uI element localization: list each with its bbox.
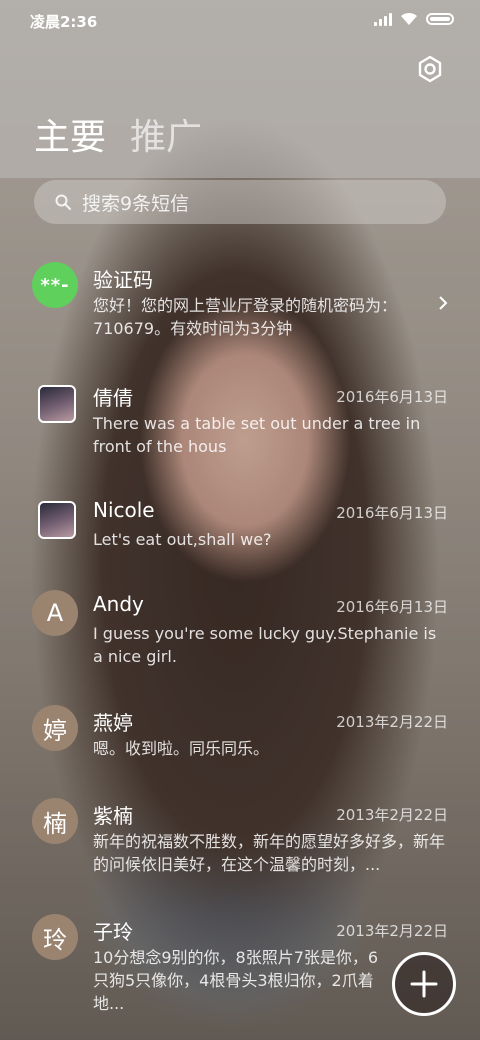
conversation-name: 子玲 — [93, 920, 133, 944]
search-placeholder: 搜索9条短信 — [82, 192, 190, 215]
plus-icon — [410, 970, 438, 998]
conversation-item[interactable]: 婷 燕婷 2013年2月22日 嗯。收到啦。同乐同乐。 — [0, 705, 480, 775]
conversation-preview: 您好！您的网上营业厅登录的随机密码为：710679。有效时间为3分钟 — [93, 296, 398, 338]
conversation-preview: I guess you're some lucky guy.Stephanie … — [93, 624, 437, 666]
tab-promotions[interactable]: 推广 — [130, 108, 202, 160]
conversation-preview: 新年的祝福数不胜数，新年的愿望好多好多，新年的问候依旧美好，在这个温馨的时刻，.… — [93, 832, 446, 874]
conversation-date: 2013年2月22日 — [336, 713, 448, 731]
avatar — [38, 385, 76, 423]
conversation-name: 验证码 — [93, 268, 153, 292]
conversation-preview: 10分想念9别的你，8张照片7张是你，6只狗5只像你，4根骨头3根归你，2爪着地… — [93, 948, 379, 1013]
avatar: 婷 — [32, 705, 78, 751]
tab-primary[interactable]: 主要 — [34, 108, 106, 160]
search-icon — [55, 194, 71, 210]
conversation-date: 2013年2月22日 — [336, 922, 448, 940]
avatar: 玲 — [32, 914, 78, 960]
conversation-name: Nicole — [93, 498, 155, 522]
conversation-preview: 嗯。收到啦。同乐同乐。 — [93, 739, 270, 758]
status-icons — [374, 12, 454, 26]
conversation-date: 2013年2月22日 — [336, 806, 448, 824]
chevron-right-icon[interactable] — [436, 296, 450, 310]
status-time: 凌晨2:36 — [30, 13, 98, 31]
conversation-preview: Let's eat out,shall we? — [93, 530, 272, 549]
conversation-name: 倩倩 — [93, 386, 133, 410]
avatar: A — [32, 590, 78, 636]
wifi-icon — [401, 12, 417, 25]
conversation-item[interactable]: **- 验证码 您好！您的网上营业厅登录的随机密码为：710679。有效时间为3… — [0, 262, 480, 358]
conversation-item[interactable]: 倩倩 2016年6月13日 There was a table set out … — [0, 380, 480, 476]
conversation-date: 2016年6月13日 — [336, 388, 448, 406]
conversation-item[interactable]: Nicole 2016年6月13日 Let's eat out,shall we… — [0, 496, 480, 566]
conversation-preview: There was a table set out under a tree i… — [93, 414, 421, 456]
avatar: 楠 — [32, 798, 78, 844]
conversation-date: 2016年6月13日 — [336, 598, 448, 616]
tab-bar: 主要 推广 — [34, 108, 202, 160]
conversation-name: 紫楠 — [93, 804, 133, 828]
gear-icon[interactable] — [416, 55, 444, 83]
conversation-item[interactable]: 楠 紫楠 2013年2月22日 新年的祝福数不胜数，新年的愿望好多好多，新年的问… — [0, 798, 480, 894]
conversation-item[interactable]: A Andy 2016年6月13日 I guess you're some lu… — [0, 590, 480, 686]
conversation-name: 燕婷 — [93, 711, 133, 735]
new-message-button[interactable] — [392, 952, 456, 1016]
signal-icon — [374, 12, 392, 26]
search-bar[interactable]: 搜索9条短信 — [34, 180, 446, 224]
battery-icon — [426, 13, 454, 25]
status-bar: 凌晨2:36 — [0, 0, 480, 40]
avatar: **- — [32, 262, 78, 308]
conversation-name: Andy — [93, 592, 144, 616]
conversation-date: 2016年6月13日 — [336, 504, 448, 522]
avatar — [38, 501, 76, 539]
